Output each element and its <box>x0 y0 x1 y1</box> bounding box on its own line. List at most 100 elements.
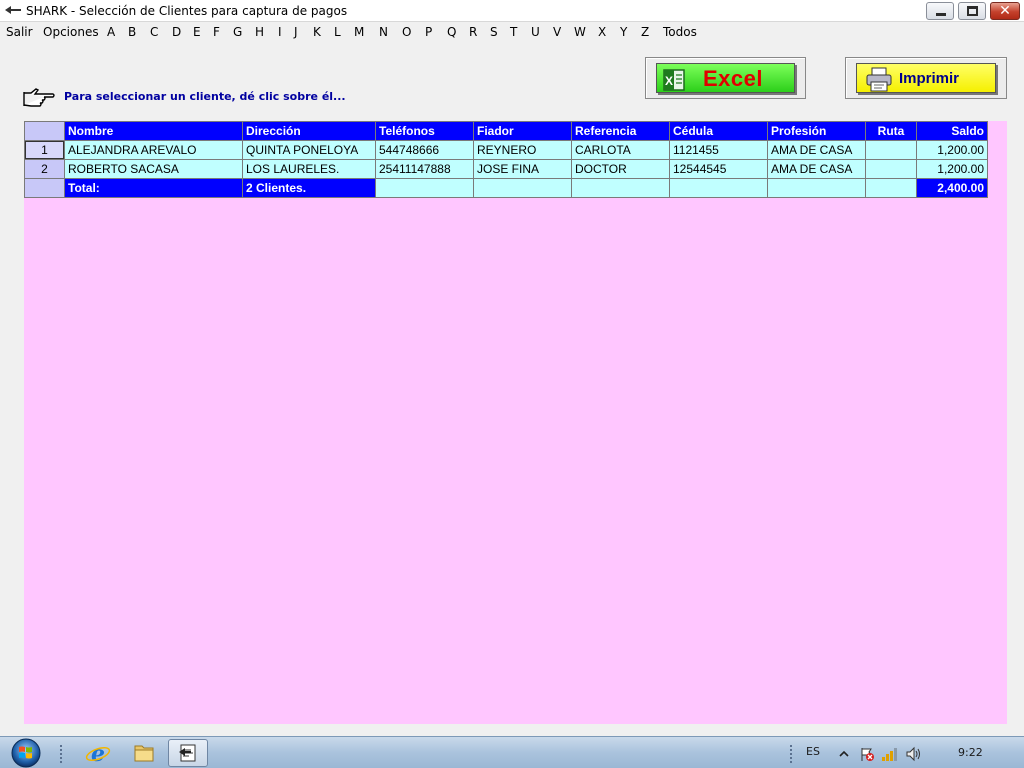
network-signal-icon[interactable] <box>881 746 897 762</box>
column-header-direccion[interactable]: Dirección <box>242 121 376 141</box>
table-row[interactable]: 2 ROBERTO SACASA LOS LAURELES. 254111478… <box>24 159 988 179</box>
close-button[interactable]: ✕ <box>990 2 1020 20</box>
volume-icon[interactable] <box>905 746 921 762</box>
total-empty-cell <box>473 178 572 198</box>
excel-button-face: X Excel <box>656 63 795 93</box>
menu-letter-s[interactable]: S <box>490 24 498 40</box>
cell-direccion[interactable]: QUINTA PONELOYA <box>242 140 376 160</box>
menu-letter-f[interactable]: F <box>213 24 220 40</box>
cell-ruta[interactable] <box>865 159 917 179</box>
taskbar-shark-app[interactable] <box>168 739 208 767</box>
restore-icon <box>967 6 978 16</box>
row-header-corner <box>24 121 65 141</box>
menu-letter-q[interactable]: Q <box>447 24 456 40</box>
cell-profesion[interactable]: AMA DE CASA <box>767 159 866 179</box>
taskbar-explorer[interactable] <box>124 739 164 767</box>
menu-letter-h[interactable]: H <box>255 24 264 40</box>
menu-letter-l[interactable]: L <box>334 24 341 40</box>
column-header-cedula[interactable]: Cédula <box>669 121 768 141</box>
excel-button[interactable]: X Excel <box>645 57 806 99</box>
cell-saldo[interactable]: 1,200.00 <box>916 140 988 160</box>
menu-letter-e[interactable]: E <box>193 24 201 40</box>
menu-todos[interactable]: Todos <box>663 24 697 40</box>
taskbar-grip <box>60 745 64 763</box>
action-center-flag-icon[interactable] <box>859 746 875 762</box>
start-button[interactable] <box>8 737 44 768</box>
shark-app-icon <box>179 744 196 762</box>
print-button-face: Imprimir <box>856 63 996 93</box>
total-empty-cell <box>375 178 474 198</box>
clients-grid[interactable]: Nombre Dirección Teléfonos Fiador Refere… <box>24 121 988 198</box>
print-button-label: Imprimir <box>899 70 960 87</box>
taskbar: e ES 9:22 <box>0 736 1024 768</box>
grid-header-row: Nombre Dirección Teléfonos Fiador Refere… <box>24 121 988 141</box>
instruction-text: Para seleccionar un cliente, dé clic sob… <box>64 90 346 103</box>
menu-letter-o[interactable]: O <box>402 24 411 40</box>
menu-letter-m[interactable]: M <box>354 24 364 40</box>
taskbar-internet-explorer[interactable]: e <box>78 739 118 767</box>
cell-cedula[interactable]: 12544545 <box>669 159 768 179</box>
menu-letter-t[interactable]: T <box>510 24 517 40</box>
taskbar-grip <box>790 745 794 763</box>
svg-text:e: e <box>91 741 105 767</box>
total-label: Total: <box>64 178 243 198</box>
menu-letter-i[interactable]: I <box>278 24 282 40</box>
app-icon <box>4 4 22 18</box>
menu-letter-a[interactable]: A <box>107 24 115 40</box>
application-window: SHARK - Selección de Clientes para captu… <box>0 0 1024 768</box>
menu-opciones[interactable]: Opciones <box>43 24 99 40</box>
menu-letter-v[interactable]: V <box>553 24 561 40</box>
cell-nombre[interactable]: ALEJANDRA AREVALO <box>64 140 243 160</box>
cell-ruta[interactable] <box>865 140 917 160</box>
window-title: SHARK - Selección de Clientes para captu… <box>26 4 348 18</box>
menu-letter-z[interactable]: Z <box>641 24 649 40</box>
menu-letter-n[interactable]: N <box>379 24 388 40</box>
maximize-button[interactable] <box>958 2 986 20</box>
internet-explorer-icon: e <box>85 741 111 767</box>
cell-fiador[interactable]: REYNERO <box>473 140 572 160</box>
row-number[interactable]: 2 <box>24 159 65 179</box>
title-bar[interactable]: SHARK - Selección de Clientes para captu… <box>0 0 1024 22</box>
menu-letter-x[interactable]: X <box>598 24 606 40</box>
cell-referencia[interactable]: CARLOTA <box>571 140 670 160</box>
minimize-button[interactable] <box>926 2 954 20</box>
cell-telefonos[interactable]: 25411147888 <box>375 159 474 179</box>
row-number[interactable]: 1 <box>24 140 65 160</box>
menu-letter-r[interactable]: R <box>469 24 477 40</box>
column-header-profesion[interactable]: Profesión <box>767 121 866 141</box>
column-header-referencia[interactable]: Referencia <box>571 121 670 141</box>
menu-letter-c[interactable]: C <box>150 24 158 40</box>
cell-telefonos[interactable]: 544748666 <box>375 140 474 160</box>
cell-fiador[interactable]: JOSE FINA <box>473 159 572 179</box>
column-header-telefonos[interactable]: Teléfonos <box>375 121 474 141</box>
cell-referencia[interactable]: DOCTOR <box>571 159 670 179</box>
cell-direccion[interactable]: LOS LAURELES. <box>242 159 376 179</box>
menu-letter-b[interactable]: B <box>128 24 136 40</box>
cell-cedula[interactable]: 1121455 <box>669 140 768 160</box>
menu-letter-y[interactable]: Y <box>620 24 627 40</box>
menu-letter-k[interactable]: K <box>313 24 321 40</box>
show-hidden-icons-icon[interactable] <box>836 746 852 762</box>
menu-letter-j[interactable]: J <box>294 24 298 40</box>
menu-letter-p[interactable]: P <box>425 24 432 40</box>
printer-icon <box>865 67 893 93</box>
folder-icon <box>134 745 154 762</box>
cell-profesion[interactable]: AMA DE CASA <box>767 140 866 160</box>
cell-nombre[interactable]: ROBERTO SACASA <box>64 159 243 179</box>
menu-letter-w[interactable]: W <box>574 24 586 40</box>
language-indicator[interactable]: ES <box>806 745 820 758</box>
total-empty-cell <box>669 178 768 198</box>
column-header-ruta[interactable]: Ruta <box>865 121 917 141</box>
menu-letter-g[interactable]: G <box>233 24 242 40</box>
column-header-nombre[interactable]: Nombre <box>64 121 243 141</box>
menu-letter-u[interactable]: U <box>531 24 540 40</box>
table-row[interactable]: 1 ALEJANDRA AREVALO QUINTA PONELOYA 5447… <box>24 140 988 160</box>
menu-salir[interactable]: Salir <box>6 24 33 40</box>
column-header-saldo[interactable]: Saldo <box>916 121 988 141</box>
print-button[interactable]: Imprimir <box>845 57 1007 99</box>
cell-saldo[interactable]: 1,200.00 <box>916 159 988 179</box>
menu-letter-d[interactable]: D <box>172 24 181 40</box>
excel-icon: X <box>663 68 687 92</box>
clock[interactable]: 9:22 <box>958 746 983 759</box>
column-header-fiador[interactable]: Fiador <box>473 121 572 141</box>
